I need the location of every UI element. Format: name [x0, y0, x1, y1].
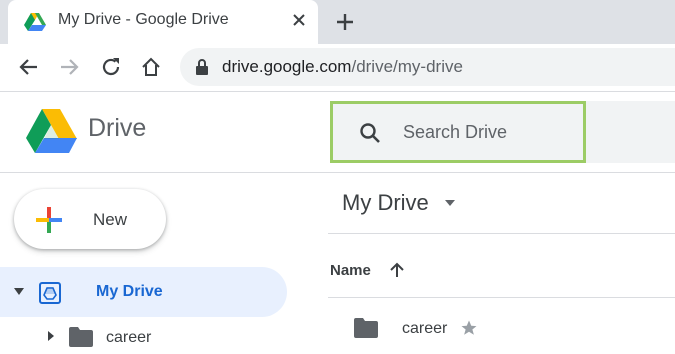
my-drive-icon: [38, 281, 62, 305]
sidebar-item-career[interactable]: career: [0, 320, 287, 354]
home-icon[interactable]: [138, 54, 164, 80]
collapse-arrow-icon[interactable]: [46, 330, 56, 342]
breadcrumb[interactable]: My Drive: [342, 190, 455, 218]
file-row[interactable]: career: [328, 305, 675, 350]
sidebar-item-my-drive[interactable]: My Drive: [0, 267, 287, 317]
browser-tab-strip: My Drive - Google Drive: [0, 0, 675, 44]
back-icon[interactable]: [16, 54, 42, 80]
folder-icon: [353, 317, 379, 339]
url-path: /drive/my-drive: [351, 57, 463, 76]
search-icon[interactable]: [357, 120, 383, 146]
search-placeholder: Search Drive: [403, 122, 508, 142]
file-name: career: [402, 320, 448, 337]
column-header-name[interactable]: Name: [330, 262, 371, 279]
header-divider: [0, 172, 675, 173]
dropdown-arrow-icon[interactable]: [444, 199, 456, 207]
reload-icon[interactable]: [98, 54, 124, 80]
forward-icon[interactable]: [56, 54, 82, 80]
drive-logo-icon[interactable]: [26, 109, 78, 155]
list-header-divider: [328, 297, 675, 298]
folder-icon: [68, 326, 94, 348]
toolbar-divider: [328, 233, 675, 234]
expand-arrow-icon[interactable]: [13, 287, 25, 297]
sidebar-item-label: My Drive: [96, 283, 163, 300]
colorful-plus-icon: [34, 205, 64, 235]
address-bar[interactable]: drive.google.com/drive/my-drive: [180, 48, 675, 86]
search-bar-extension[interactable]: [586, 101, 675, 163]
url-text: drive.google.com/drive/my-drive: [222, 57, 463, 77]
drive-favicon-icon: [24, 12, 46, 32]
plus-icon[interactable]: [332, 9, 358, 35]
browser-toolbar: drive.google.com/drive/my-drive: [0, 44, 675, 92]
new-button-label: New: [93, 210, 128, 229]
new-button[interactable]: New: [14, 189, 166, 249]
close-icon[interactable]: [290, 11, 308, 29]
app-name: Drive: [88, 114, 147, 142]
sidebar-item-label: career: [106, 329, 152, 346]
star-icon[interactable]: [460, 319, 478, 337]
lock-icon: [194, 58, 210, 76]
search-field[interactable]: Search Drive: [330, 101, 586, 163]
tab-title: My Drive - Google Drive: [58, 11, 229, 28]
sort-up-arrow-icon[interactable]: [388, 261, 406, 279]
page-title: My Drive: [342, 190, 429, 215]
browser-tab[interactable]: My Drive - Google Drive: [8, 0, 318, 44]
url-host: drive.google.com: [222, 57, 352, 76]
